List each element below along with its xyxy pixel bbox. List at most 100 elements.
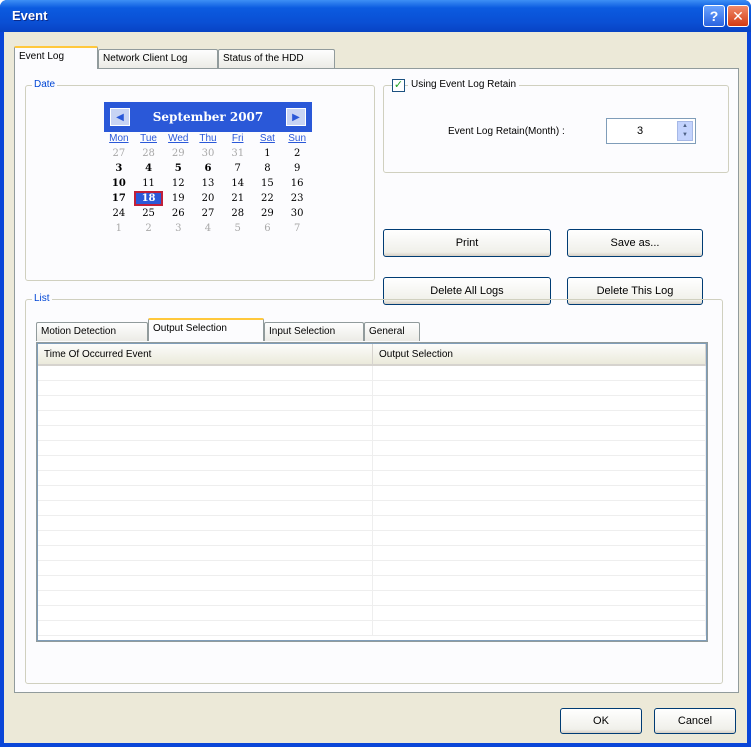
table-row[interactable]: [38, 411, 706, 426]
subtab-label: Input Selection: [269, 326, 336, 337]
table-cell: [38, 471, 373, 486]
calendar-day[interactable]: 21: [223, 191, 253, 206]
table-row[interactable]: [38, 546, 706, 561]
save-as-button[interactable]: Save as...: [567, 229, 703, 257]
calendar-day[interactable]: 9: [282, 161, 312, 176]
table-cell: [38, 411, 373, 426]
save-as-button-label: Save as...: [610, 237, 660, 249]
calendar-day[interactable]: 29: [163, 146, 193, 161]
table-cell: [38, 591, 373, 606]
subtab-general[interactable]: General: [364, 322, 420, 341]
table-cell: [373, 501, 706, 516]
calendar-day[interactable]: 7: [282, 221, 312, 236]
calendar-day[interactable]: 7: [223, 161, 253, 176]
retain-month-stepper[interactable]: 3 ▲ ▼: [606, 118, 696, 144]
table-cell: [373, 531, 706, 546]
checkmark-icon: ✓: [393, 79, 404, 91]
prev-month-button[interactable]: ◀: [110, 108, 130, 126]
table-row[interactable]: [38, 486, 706, 501]
calendar-day[interactable]: 27: [104, 146, 134, 161]
subtab-input-selection[interactable]: Input Selection: [264, 322, 364, 341]
table-row[interactable]: [38, 471, 706, 486]
calendar-day[interactable]: 5: [223, 221, 253, 236]
calendar-day[interactable]: 6: [253, 221, 283, 236]
calendar-day[interactable]: 30: [193, 146, 223, 161]
calendar-day[interactable]: 17: [104, 191, 134, 206]
subtab-output-selection[interactable]: Output Selection: [148, 318, 264, 341]
calendar-day[interactable]: 1: [253, 146, 283, 161]
table-cell: [38, 501, 373, 516]
delete-all-label: Delete All Logs: [430, 285, 504, 297]
calendar-day[interactable]: 23: [282, 191, 312, 206]
title-bar[interactable]: Event ? ✕: [0, 0, 751, 32]
tab-event-log[interactable]: Event Log: [14, 46, 98, 69]
calendar-day[interactable]: 3: [163, 221, 193, 236]
column-header-output-selection[interactable]: Output Selection: [373, 344, 706, 366]
table-row[interactable]: [38, 366, 706, 381]
calendar-day[interactable]: 22: [253, 191, 283, 206]
calendar-day[interactable]: 13: [193, 176, 223, 191]
calendar-day[interactable]: 10: [104, 176, 134, 191]
tab-network-client-log[interactable]: Network Client Log: [98, 49, 218, 68]
table-row[interactable]: [38, 516, 706, 531]
calendar-day[interactable]: 25: [134, 206, 164, 221]
calendar-day[interactable]: 6: [193, 161, 223, 176]
table-row[interactable]: [38, 396, 706, 411]
table-row[interactable]: [38, 591, 706, 606]
subtab-label: General: [369, 326, 405, 337]
tab-status-of-hdd[interactable]: Status of the HDD: [218, 49, 335, 68]
calendar-day[interactable]: 29: [253, 206, 283, 221]
calendar-day[interactable]: 20: [193, 191, 223, 206]
table-cell: [373, 576, 706, 591]
retain-month-value[interactable]: 3: [607, 119, 673, 143]
spin-arrows-icon[interactable]: ▲ ▼: [677, 121, 693, 141]
subtab-motion-detection[interactable]: Motion Detection: [36, 322, 148, 341]
table-row[interactable]: [38, 426, 706, 441]
table-row[interactable]: [38, 531, 706, 546]
calendar-day[interactable]: 3: [104, 161, 134, 176]
calendar-day[interactable]: 28: [134, 146, 164, 161]
ok-button[interactable]: OK: [560, 708, 642, 734]
table-row[interactable]: [38, 561, 706, 576]
calendar-day[interactable]: 19: [163, 191, 193, 206]
table-row[interactable]: [38, 381, 706, 396]
table-row[interactable]: [38, 621, 706, 636]
help-button[interactable]: ?: [703, 5, 725, 27]
table-cell: [38, 516, 373, 531]
calendar-day[interactable]: 24: [104, 206, 134, 221]
next-month-button[interactable]: ▶: [286, 108, 306, 126]
calendar-day[interactable]: 28: [223, 206, 253, 221]
calendar-day[interactable]: 8: [253, 161, 283, 176]
calendar-day[interactable]: 12: [163, 176, 193, 191]
table-row[interactable]: [38, 441, 706, 456]
calendar-day[interactable]: 14: [223, 176, 253, 191]
table-row[interactable]: [38, 606, 706, 621]
table-cell: [38, 441, 373, 456]
calendar-day[interactable]: 1: [104, 221, 134, 236]
table-cell: [38, 366, 373, 381]
calendar-day[interactable]: 27: [193, 206, 223, 221]
table-row[interactable]: [38, 501, 706, 516]
calendar-day[interactable]: 16: [282, 176, 312, 191]
table-row[interactable]: [38, 576, 706, 591]
calendar-day[interactable]: 15: [253, 176, 283, 191]
column-header-time[interactable]: Time Of Occurred Event: [38, 344, 373, 366]
table-cell: [38, 381, 373, 396]
using-retain-checkbox[interactable]: ✓: [392, 79, 405, 92]
table-cell: [38, 606, 373, 621]
calendar-day[interactable]: 4: [134, 161, 164, 176]
print-button[interactable]: Print: [383, 229, 551, 257]
event-list-table[interactable]: Time Of Occurred Event Output Selection: [37, 343, 707, 641]
table-row[interactable]: [38, 456, 706, 471]
calendar-day[interactable]: 5: [163, 161, 193, 176]
calendar-day[interactable]: 11: [134, 176, 164, 191]
calendar-day[interactable]: 31: [223, 146, 253, 161]
calendar-day[interactable]: 4: [193, 221, 223, 236]
calendar-day[interactable]: 2: [134, 221, 164, 236]
close-button[interactable]: ✕: [727, 5, 749, 27]
calendar-day[interactable]: 26: [163, 206, 193, 221]
cancel-button[interactable]: Cancel: [654, 708, 736, 734]
calendar-day[interactable]: 18: [133, 191, 164, 206]
calendar-day[interactable]: 2: [282, 146, 312, 161]
calendar-day[interactable]: 30: [282, 206, 312, 221]
